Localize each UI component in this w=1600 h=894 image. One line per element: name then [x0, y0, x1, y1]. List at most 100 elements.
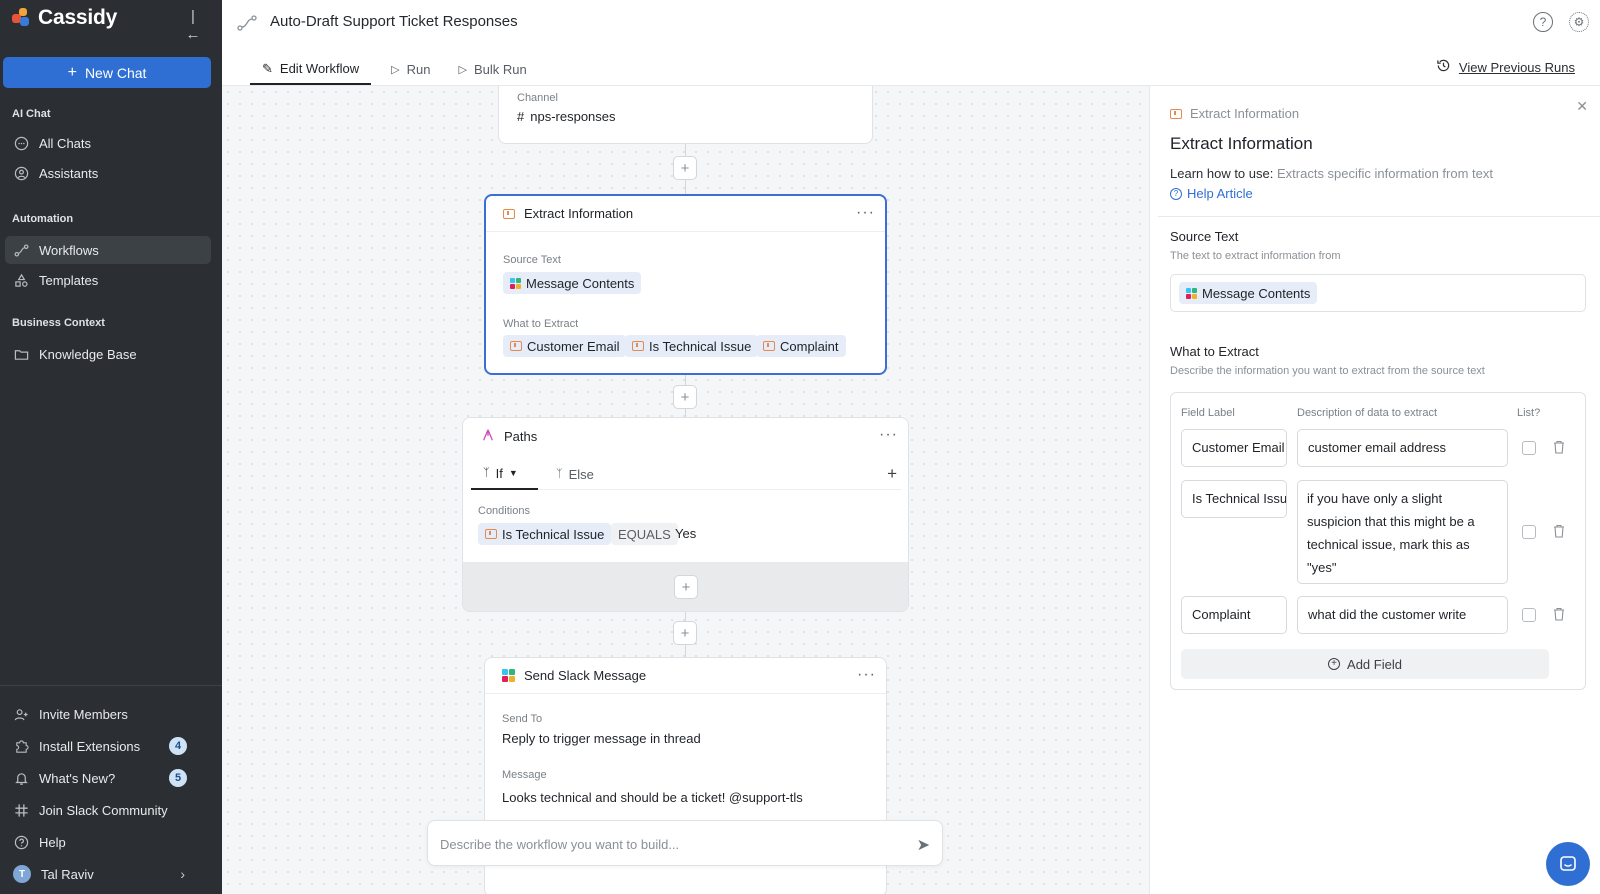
path-drop-zone: +	[463, 562, 908, 611]
close-icon[interactable]: ✕	[1576, 98, 1588, 115]
more-options-icon[interactable]: ···	[856, 204, 875, 222]
support-chat-launcher[interactable]	[1546, 842, 1590, 886]
new-chat-button[interactable]: + New Chat	[3, 57, 211, 88]
add-path-icon[interactable]: +	[887, 464, 897, 484]
tab-if[interactable]: ᛉ If ▼	[471, 458, 538, 490]
add-step-button[interactable]: +	[673, 156, 697, 180]
sidebar-item-label: Join Slack Community	[39, 802, 168, 818]
add-step-button[interactable]: +	[673, 621, 697, 645]
view-previous-runs-link[interactable]: View Previous Runs	[1436, 58, 1575, 76]
source-text-input[interactable]: Message Contents	[1170, 274, 1586, 312]
new-chat-label: New Chat	[84, 64, 147, 81]
more-options-icon[interactable]: ···	[879, 426, 898, 444]
panel-breadcrumb: Extract Information	[1170, 106, 1299, 121]
section-business-context: Business Context	[12, 317, 105, 329]
field-description-input[interactable]: customer email address	[1297, 429, 1508, 467]
sidebar-user-menu[interactable]: T Tal Raviv ›	[5, 860, 211, 888]
card-header: Extract Information	[486, 196, 885, 232]
assistant-icon	[13, 165, 29, 181]
extract-chip[interactable]: Complaint	[756, 335, 846, 357]
extract-information-card[interactable]: Extract Information ··· Source Text Mess…	[484, 194, 887, 375]
card-title: Extract Information	[524, 206, 634, 221]
source-chip[interactable]: Message Contents	[1179, 282, 1318, 304]
tab-else[interactable]: ᛉ Else	[556, 458, 594, 490]
chat-launcher-icon	[1560, 856, 1576, 871]
help-icon[interactable]: ?	[1533, 12, 1553, 32]
list-checkbox[interactable]	[1522, 608, 1536, 622]
help-article-link[interactable]: ? Help Article	[1170, 186, 1253, 201]
trash-icon[interactable]	[1553, 524, 1565, 538]
workflow-canvas[interactable]: Channel # nps-responses + Extract Inform…	[222, 86, 1149, 894]
sidebar-item-templates[interactable]: Templates	[5, 266, 211, 294]
sidebar-item-label: All Chats	[39, 135, 92, 151]
gear-icon[interactable]: ⚙	[1569, 12, 1589, 32]
hash-icon: #	[517, 109, 525, 124]
workflow-prompt-input[interactable]	[440, 833, 880, 855]
templates-icon	[13, 272, 29, 288]
help-article-label: Help Article	[1187, 186, 1253, 201]
slack-outline-icon	[13, 802, 29, 818]
help-circle-icon: ?	[1170, 187, 1182, 200]
condition-field-chip[interactable]: Is Technical Issue	[478, 523, 612, 545]
more-options-icon[interactable]: ···	[857, 666, 876, 684]
tab-bulk-run[interactable]: ▷ Bulk Run	[446, 54, 538, 85]
sidebar-item-invite-members[interactable]: Invite Members	[5, 700, 211, 728]
field-label-input[interactable]: Customer Email	[1181, 429, 1287, 467]
slack-icon	[510, 277, 521, 289]
trash-icon[interactable]	[1553, 440, 1565, 454]
workflow-icon	[13, 242, 29, 258]
sidebar-item-help[interactable]: Help	[5, 828, 211, 856]
field-label-input[interactable]: Complaint	[1181, 596, 1287, 634]
col-field-label: Field Label	[1181, 407, 1235, 419]
sidebar-item-all-chats[interactable]: All Chats	[5, 129, 211, 157]
list-checkbox[interactable]	[1522, 525, 1536, 539]
sidebar-item-knowledge-base[interactable]: Knowledge Base	[5, 340, 211, 368]
card-header: Send Slack Message	[485, 658, 886, 694]
add-step-in-path-button[interactable]: +	[674, 575, 698, 599]
conditions-label: Conditions	[478, 505, 530, 517]
help-circle-icon	[13, 834, 29, 850]
chip-label: Message Contents	[526, 275, 635, 291]
slack-icon	[502, 669, 515, 682]
condition-operator[interactable]: EQUALS	[611, 523, 678, 545]
add-step-button[interactable]: +	[673, 385, 697, 409]
field-label-input[interactable]: Is Technical Issue	[1181, 480, 1287, 518]
add-field-button[interactable]: + Add Field	[1181, 649, 1549, 679]
folder-icon	[13, 346, 29, 362]
collapse-sidebar-icon[interactable]: |←	[184, 8, 202, 43]
extract-chip[interactable]: Customer Email	[503, 335, 627, 357]
tab-run[interactable]: ▷ Run	[379, 54, 442, 85]
sidebar-item-workflows[interactable]: Workflows	[5, 236, 211, 264]
field-description-input[interactable]: what did the customer write	[1297, 596, 1508, 634]
source-chip[interactable]: Message Contents	[503, 272, 642, 294]
field-description-input[interactable]: if you have only a slight suspicion that…	[1297, 480, 1508, 584]
sidebar-item-whats-new[interactable]: What's New? 5	[5, 764, 211, 792]
connector-line	[685, 180, 686, 194]
chip-label: Is Technical Issue	[502, 526, 605, 542]
view-previous-runs-label: View Previous Runs	[1458, 59, 1575, 75]
sidebar-item-label: Assistants	[39, 165, 99, 181]
extract-chip[interactable]: Is Technical Issue	[625, 335, 759, 357]
caret-down-icon: ▼	[508, 468, 518, 478]
sidebar-item-label: What's New?	[39, 770, 116, 786]
trigger-card[interactable]: Channel # nps-responses	[498, 86, 873, 144]
what-to-extract-label: What to Extract	[503, 318, 579, 330]
tab-edit-workflow[interactable]: ✎ Edit Workflow	[250, 54, 372, 85]
slack-icon	[1186, 287, 1197, 299]
history-icon	[1436, 58, 1451, 76]
list-checkbox[interactable]	[1522, 441, 1536, 455]
send-icon[interactable]: ➤	[917, 835, 930, 855]
extract-icon	[632, 341, 644, 351]
card-title: Paths	[504, 428, 538, 444]
sidebar-item-install-extensions[interactable]: Install Extensions 4	[5, 732, 211, 760]
trash-icon[interactable]	[1553, 607, 1565, 621]
chip-label: Customer Email	[527, 338, 620, 354]
avatar: T	[13, 865, 31, 883]
branch-icon: ᛉ	[483, 467, 490, 479]
paths-card[interactable]: Paths ··· ᛉ If ▼ ᛉ Else + Conditions Is …	[462, 417, 909, 612]
sidebar-item-assistants[interactable]: Assistants	[5, 159, 211, 187]
brand[interactable]: Cassidy	[12, 6, 117, 30]
col-description: Description of data to extract	[1297, 407, 1438, 419]
sidebar-item-slack-community[interactable]: Join Slack Community	[5, 796, 211, 824]
sidebar: Cassidy |← + New Chat AI Chat All Chats …	[0, 0, 222, 894]
